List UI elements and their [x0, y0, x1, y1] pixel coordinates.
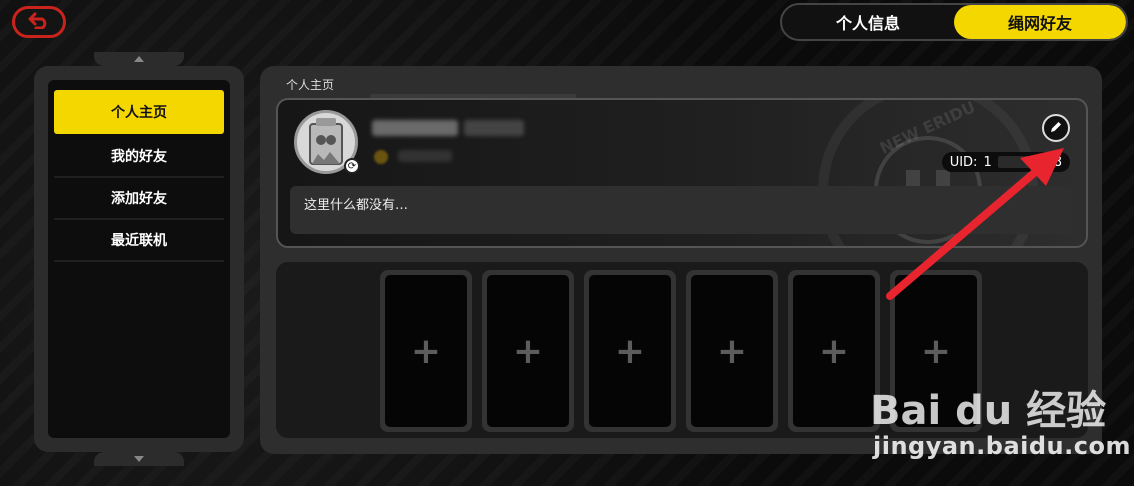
uid-redacted [997, 156, 1048, 168]
sidebar-item-label: 最近联机 [111, 233, 167, 249]
uid-label: UID: [949, 154, 978, 170]
card-slot[interactable]: + [584, 270, 676, 432]
uid-value-start: 1 [983, 154, 992, 170]
edit-profile-button[interactable] [1042, 114, 1070, 142]
level-icon [374, 150, 388, 164]
blurred-level [398, 150, 452, 162]
blurred-username-suffix [464, 120, 524, 136]
sidebar-item-recent-coop[interactable]: 最近联机 [54, 220, 224, 262]
baidu-watermark-url: jingyan.baidu.com [873, 432, 1131, 460]
plus-icon: + [818, 330, 850, 372]
sidebar-scroll-down[interactable] [94, 452, 184, 466]
section-title: 个人主页 [286, 78, 335, 92]
add-card-slot: + [793, 275, 875, 427]
profile-card: NEW ERIDU ⟳ UID: 1 8 这里什么都没有… [276, 98, 1088, 248]
uid-value-end: 8 [1053, 154, 1062, 170]
add-card-slot: + [589, 275, 671, 427]
card-slot[interactable]: + [788, 270, 880, 432]
add-card-slot: + [487, 275, 569, 427]
baidu-watermark-logo: Bai du 经验 [870, 388, 1107, 434]
add-card-slot: + [385, 275, 467, 427]
plus-icon: + [512, 330, 544, 372]
plus-icon: + [716, 330, 748, 372]
top-tab-bar: 个人信息 绳网好友 [780, 3, 1128, 41]
signature-text: 这里什么都没有… [304, 198, 409, 213]
chevron-down-icon [134, 456, 144, 462]
sidebar-item-label: 我的好友 [111, 149, 167, 165]
blurred-username [372, 120, 458, 136]
uid-badge: UID: 1 8 [941, 152, 1070, 172]
sidebar-item-label: 个人主页 [111, 105, 167, 121]
tab-label: 个人信息 [835, 14, 900, 33]
tab-personal-info[interactable]: 个人信息 [782, 5, 954, 39]
back-button[interactable] [12, 6, 66, 38]
signature-box[interactable]: 这里什么都没有… [290, 186, 1072, 234]
card-slot[interactable]: + [686, 270, 778, 432]
tab-label: 绳网好友 [1007, 14, 1072, 33]
add-card-slot: + [691, 275, 773, 427]
sidebar-item-my-friends[interactable]: 我的好友 [54, 136, 224, 178]
plus-icon: + [410, 330, 442, 372]
card-slot[interactable]: + [482, 270, 574, 432]
plus-icon: + [614, 330, 646, 372]
swap-icon[interactable]: ⟳ [344, 158, 360, 174]
sidebar-item-label: 添加好友 [111, 191, 167, 207]
card-slot[interactable]: + [380, 270, 472, 432]
sidebar-item-profile[interactable]: 个人主页 [54, 90, 224, 134]
pencil-icon [1049, 119, 1063, 138]
plus-icon: + [920, 330, 952, 372]
sidebar-item-add-friend[interactable]: 添加好友 [54, 178, 224, 220]
back-arrow-icon [28, 11, 50, 33]
tab-inter-knot-friends[interactable]: 绳网好友 [954, 5, 1126, 39]
sidebar-list: 个人主页 我的好友 添加好友 最近联机 [48, 80, 230, 438]
chevron-up-icon [134, 56, 144, 62]
sidebar-scroll-up[interactable] [94, 52, 184, 66]
sidebar: 个人主页 我的好友 添加好友 最近联机 [34, 52, 244, 466]
